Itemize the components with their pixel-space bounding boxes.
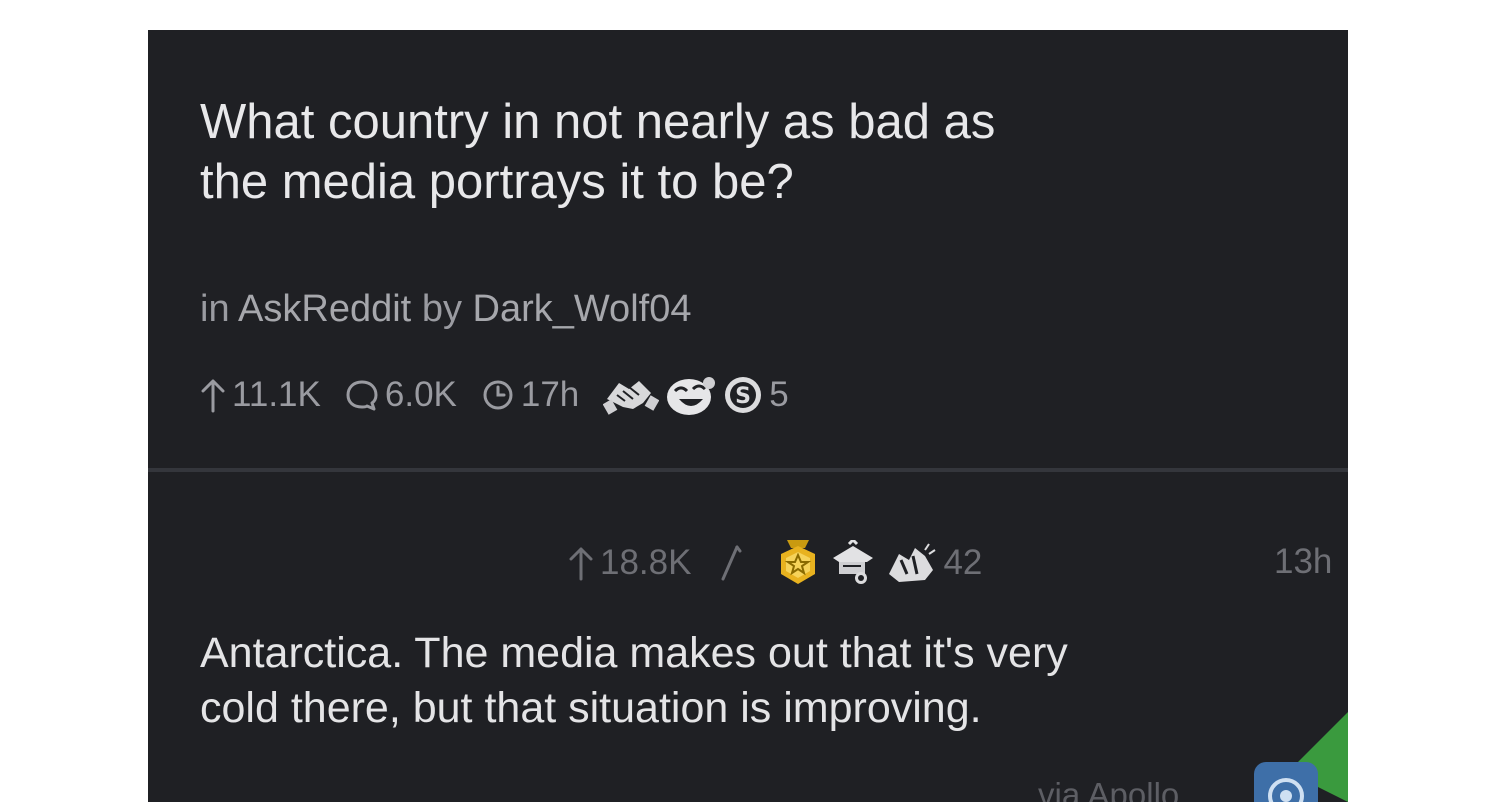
post-title-line-2: the media portrays it to be?: [200, 155, 794, 209]
knight-helmet-award-icon: [833, 540, 874, 584]
post-age-value: 17h: [520, 375, 580, 414]
comment-upvote-count: 18.8K: [600, 543, 692, 582]
arrow-up-icon: [569, 547, 593, 581]
post-upvotes[interactable]: 11.1K: [200, 375, 321, 415]
post-stats: 11.1K 6.0K 17h S 5: [200, 370, 813, 420]
silver-coin-award-icon: S: [725, 377, 762, 413]
post-comments[interactable]: 6.0K: [345, 375, 457, 415]
comment-body-line-1: Antarctica. The media makes out that it'…: [200, 629, 1068, 677]
post-meta: in AskReddit by Dark_Wolf04: [200, 288, 691, 331]
reddit-screen: What country in not nearly as bad as the…: [148, 30, 1348, 802]
author-link[interactable]: Dark_Wolf04: [473, 288, 692, 330]
laughing-face-award-icon: [667, 377, 716, 415]
clock-icon: [483, 380, 513, 410]
subreddit-link[interactable]: AskReddit: [238, 288, 411, 330]
meta-in-label: in: [200, 288, 230, 330]
post-title[interactable]: What country in not nearly as bad as the…: [200, 92, 1320, 212]
post-awards[interactable]: S 5: [603, 373, 789, 417]
post-upvote-count: 11.1K: [232, 375, 321, 414]
meta-by-label: by: [421, 288, 462, 330]
apollo-app-icon[interactable]: [1254, 762, 1318, 802]
via-label: via Apollo: [1038, 776, 1180, 802]
post-age: 17h: [481, 375, 579, 415]
comment-stats: 18.8K 42: [568, 538, 1006, 588]
comment-upvotes[interactable]: 18.8K: [568, 543, 691, 583]
handshake-award-icon: [603, 381, 660, 415]
arrow-up-icon: [201, 379, 225, 413]
top-comment[interactable]: 18.8K 42 13h Antarctica. The media makes…: [148, 472, 1348, 802]
apollo-logo-icon: [1268, 778, 1304, 802]
speech-bubble-icon: [346, 380, 378, 411]
post-award-count: 5: [769, 375, 789, 414]
comment-award-count: 42: [943, 543, 983, 582]
comment-body-line-2: cold there, but that situation is improv…: [200, 684, 982, 732]
gesture-award-icon: [889, 543, 937, 582]
post-comment-count: 6.0K: [384, 375, 457, 414]
svg-text:S: S: [735, 384, 751, 409]
comment-awards[interactable]: 42: [775, 538, 982, 588]
pencil-slash-icon: [721, 545, 742, 581]
comment-body[interactable]: Antarctica. The media makes out that it'…: [200, 626, 1310, 736]
post-title-line-1: What country in not nearly as bad as: [200, 95, 996, 149]
gold-medal-award-icon: [781, 540, 816, 584]
post-header[interactable]: What country in not nearly as bad as the…: [148, 30, 1348, 470]
comment-age: 13h: [1274, 542, 1333, 581]
